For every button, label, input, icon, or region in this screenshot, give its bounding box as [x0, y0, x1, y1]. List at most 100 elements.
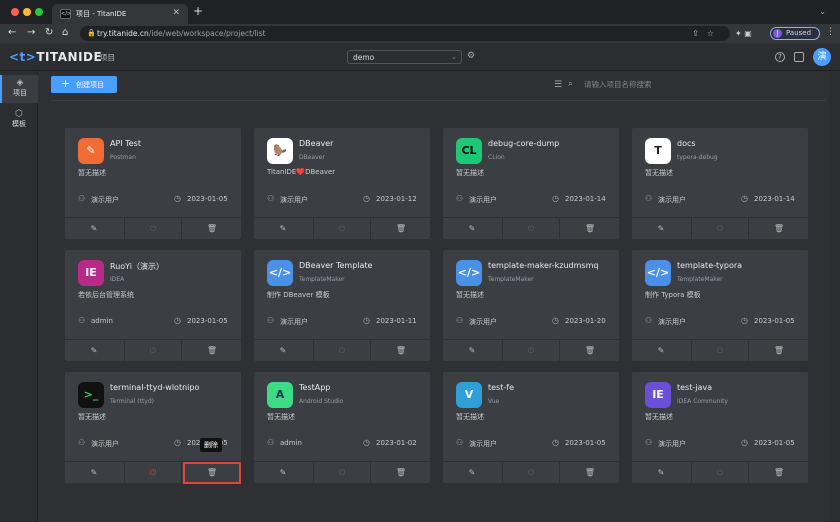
project-card[interactable]: IE RuoYi（演示） IDEA 若依后台管理系统 ⚇ admin ◷ 2023-01-05… — [65, 250, 241, 362]
project-card[interactable]: Tdocs typora-debug 暂无描述 ⚇ 演示用户 ◷ 2023-01-14 ✎ ⏻ 🗑 — [632, 128, 808, 240]
new-tab-plus-icon[interactable]: + — [193, 5, 203, 17]
delete-button[interactable]: 🗑 — [183, 340, 241, 362]
edit-button[interactable]: ✎ — [443, 218, 501, 240]
power-button[interactable]: ⏻ — [502, 340, 560, 362]
project-date: 2023-01-14 — [565, 195, 606, 203]
project-title[interactable]: TestApp — [299, 383, 330, 392]
home-icon[interactable]: ⌂ — [62, 27, 68, 39]
project-card[interactable]: ✎ API Test Postman 暂无描述 ⚇ 演示用户 ◷ 2023-01-05 ✎ ⏻ 🗑 — [65, 128, 241, 240]
reload-icon[interactable]: ↻ — [45, 27, 53, 39]
project-date: 2023-01-05 — [754, 439, 795, 447]
project-title[interactable]: DBeaver — [299, 139, 333, 148]
edit-button[interactable]: ✎ — [65, 340, 123, 362]
project-title[interactable]: test-java — [677, 383, 712, 392]
power-button[interactable]: ⏻ — [691, 340, 749, 362]
delete-button[interactable]: 🗑 — [372, 462, 430, 484]
project-title[interactable]: docs — [677, 139, 696, 148]
browser-menu-icon[interactable]: ⋮ — [826, 27, 835, 37]
delete-tooltip: 删除 — [200, 438, 222, 452]
edit-button[interactable]: ✎ — [254, 340, 312, 362]
power-button[interactable]: ⏻ — [124, 340, 182, 362]
project-title[interactable]: template-maker-kzudmsmq — [488, 261, 598, 270]
power-button[interactable]: ⏻ — [691, 218, 749, 240]
project-card[interactable]: >_ terminal-ttyd-wlotnipo Terminal (ttyd) 暂… — [65, 372, 241, 484]
power-button[interactable]: ⏻ — [313, 462, 371, 484]
project-title[interactable]: DBeaver Template — [299, 261, 372, 270]
clock-icon: ◷ — [741, 438, 748, 447]
project-card[interactable]: Vtest-fe Vue 暂无描述 ⚇ 演示用户 ◷ 2023-01-05 ✎ ⏻ 🗑 — [443, 372, 619, 484]
project-title[interactable]: terminal-ttyd-wlotnipo — [110, 383, 199, 392]
search-input[interactable] — [584, 78, 784, 91]
workspace-settings-gear-icon[interactable]: ⚙ — [467, 51, 475, 61]
project-title[interactable]: API Test — [110, 139, 141, 148]
power-button[interactable]: ⏻ — [502, 218, 560, 240]
close-window-button[interactable] — [11, 8, 19, 16]
card-actions: ✎ ⏻ 🗑 — [443, 339, 619, 362]
edit-button[interactable]: ✎ — [443, 340, 501, 362]
project-card[interactable]: </> template-typora TemplateMaker 制作 Typora… — [632, 250, 808, 362]
delete-button[interactable]: 🗑 — [372, 340, 430, 362]
notification-icon[interactable] — [794, 52, 804, 62]
list-view-icon[interactable]: ☰ — [554, 80, 562, 90]
share-star-icons[interactable]: ⇪☆ — [692, 29, 722, 38]
project-card[interactable]: </> template-maker-kzudmsmq TemplateMaker 暂… — [443, 250, 619, 362]
project-card[interactable]: CL debug-core-dump CLion 暂无描述 ⚇ 演示用户 ◷ 2023-01-… — [443, 128, 619, 240]
delete-button[interactable]: 🗑 — [372, 218, 430, 240]
project-card[interactable]: IE test-java IDEA Community 暂无描述 ⚇ 演示用户 ◷ 2023-… — [632, 372, 808, 484]
minimize-window-button[interactable] — [23, 8, 31, 16]
titanide-logo[interactable]: <t>TITANIDE — [9, 50, 102, 64]
tab-close-icon[interactable]: ✕ — [172, 8, 180, 18]
delete-button[interactable]: 🗑 — [561, 340, 619, 362]
project-description: 暂无描述 — [456, 413, 484, 421]
edit-button[interactable]: ✎ — [632, 462, 690, 484]
project-title[interactable]: test-fe — [488, 383, 514, 392]
edit-button[interactable]: ✎ — [254, 218, 312, 240]
page-scrollbar[interactable] — [829, 71, 840, 522]
edit-button[interactable]: ✎ — [443, 462, 501, 484]
forward-arrow-icon[interactable]: → — [27, 27, 35, 39]
sidebar-item-projects[interactable]: ◈ 项目 — [0, 75, 38, 103]
project-title[interactable]: debug-core-dump — [488, 139, 559, 148]
delete-button[interactable]: 🗑 — [561, 462, 619, 484]
power-button[interactable]: ⏻ — [502, 462, 560, 484]
project-card[interactable]: A TestApp Android Studio 暂无描述 ⚇ admin ◷ 2023-01… — [254, 372, 430, 484]
create-project-button[interactable]: + 创建项目 — [51, 76, 117, 93]
delete-button[interactable]: 🗑 — [750, 340, 808, 362]
delete-button[interactable]: 🗑 — [750, 218, 808, 240]
edit-button[interactable]: ✎ — [65, 218, 123, 240]
project-card[interactable]: 🦫 DBeaver DBeaver TitanIDE❤️DBeaver ⚇ 演示用户 ◷ 20… — [254, 128, 430, 240]
power-button[interactable]: ⏻ — [313, 340, 371, 362]
delete-button[interactable]: 🗑 — [183, 218, 241, 240]
edit-button[interactable]: ✎ — [254, 462, 312, 484]
back-arrow-icon[interactable]: ← — [8, 27, 16, 39]
maximize-window-button[interactable] — [35, 8, 43, 16]
project-date: 2023-01-05 — [187, 195, 228, 203]
browser-titlebar: </> 项目 - TitanIDE ✕ + ⌄ — [0, 0, 840, 24]
edit-button[interactable]: ✎ — [65, 462, 123, 484]
workspace-select[interactable]: demo ⌄ — [347, 50, 462, 64]
delete-button[interactable]: 🗑 — [183, 462, 241, 484]
nav-project-link[interactable]: 项目 — [100, 52, 115, 63]
sidebar-item-templates[interactable]: ⬡ 模板 — [0, 106, 38, 134]
project-card[interactable]: </> DBeaver Template TemplateMaker 制作 DBeav… — [254, 250, 430, 362]
power-button[interactable]: ⏻ — [313, 218, 371, 240]
browser-tab[interactable]: </> 项目 - TitanIDE ✕ — [52, 4, 188, 24]
power-button[interactable]: ⏻ — [124, 462, 182, 484]
delete-button[interactable]: 🗑 — [750, 462, 808, 484]
user-avatar[interactable]: 演 — [813, 48, 831, 66]
edit-button[interactable]: ✎ — [632, 218, 690, 240]
delete-button[interactable]: 🗑 — [561, 218, 619, 240]
project-owner: 演示用户 — [658, 196, 686, 204]
profile-paused-button[interactable]: J Paused — [770, 27, 820, 40]
help-icon[interactable]: ? — [775, 52, 785, 62]
power-button[interactable]: ⏻ — [691, 462, 749, 484]
project-title[interactable]: RuoYi（演示） — [110, 261, 164, 272]
project-title[interactable]: template-typora — [677, 261, 742, 270]
address-bar[interactable]: 🔒 try.titanide.cn/ide/web/workspace/proj… — [80, 26, 730, 41]
tab-search-chevron-icon[interactable]: ⌄ — [819, 7, 826, 16]
power-button[interactable]: ⏻ — [124, 218, 182, 240]
project-template: TemplateMaker — [488, 276, 534, 283]
project-template: DBeaver — [299, 154, 325, 161]
edit-button[interactable]: ✎ — [632, 340, 690, 362]
extensions-puzzle-icon[interactable]: ✦ ▣ — [735, 29, 752, 38]
